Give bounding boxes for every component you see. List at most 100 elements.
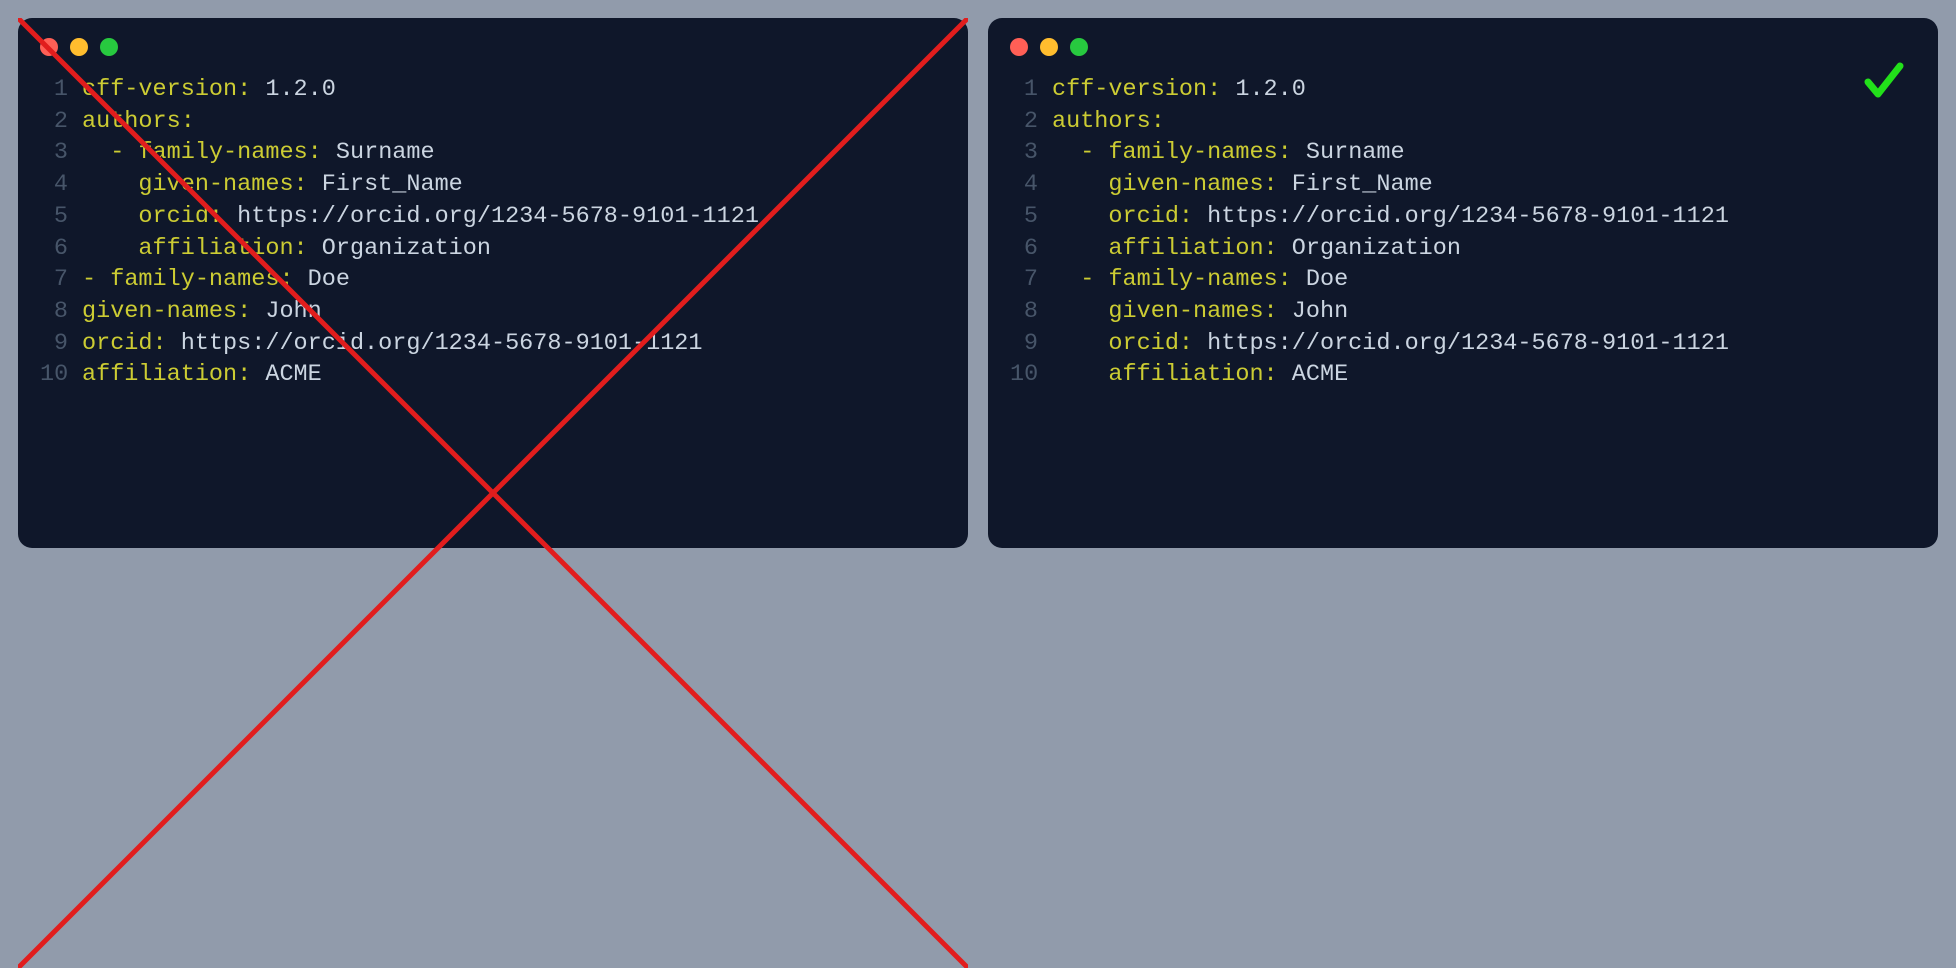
minimize-dot-icon (70, 38, 88, 56)
line-number: 8 (40, 296, 82, 328)
code-line: 2authors: (1010, 106, 1916, 138)
line-content: orcid: https://orcid.org/1234-5678-9101-… (1052, 201, 1729, 233)
line-content: affiliation: Organization (82, 233, 491, 265)
line-content: cff-version: 1.2.0 (1052, 74, 1306, 106)
yaml-value: Surname (322, 139, 435, 166)
code-line: 5 orcid: https://orcid.org/1234-5678-910… (40, 201, 946, 233)
line-content: - family-names: Doe (82, 264, 350, 296)
yaml-value: Organization (308, 235, 491, 262)
yaml-value: https://orcid.org/1234-5678-9101-1121 (1193, 203, 1729, 230)
yaml-key: family-names: (110, 266, 293, 293)
code-block-left: 1cff-version: 1.2.02authors:3 - family-n… (18, 66, 968, 411)
yaml-value: Doe (1292, 266, 1348, 293)
code-line: 9orcid: https://orcid.org/1234-5678-9101… (40, 328, 946, 360)
code-line: 10 affiliation: ACME (1010, 359, 1916, 391)
line-content: - family-names: Doe (1052, 264, 1348, 296)
line-content: authors: (1052, 106, 1165, 138)
code-line: 7- family-names: Doe (40, 264, 946, 296)
line-content: orcid: https://orcid.org/1234-5678-9101-… (82, 201, 759, 233)
yaml-key: affiliation: (1108, 235, 1277, 262)
line-number: 3 (1010, 137, 1052, 169)
correct-example-panel: 1cff-version: 1.2.02authors:3 - family-n… (988, 18, 1938, 548)
window-controls (18, 18, 968, 66)
code-line: 5 orcid: https://orcid.org/1234-5678-910… (1010, 201, 1916, 233)
line-number: 10 (1010, 359, 1052, 391)
line-number: 4 (40, 169, 82, 201)
code-line: 10affiliation: ACME (40, 359, 946, 391)
close-dot-icon (40, 38, 58, 56)
checkmark-icon (1860, 56, 1908, 119)
line-number: 6 (40, 233, 82, 265)
incorrect-example-panel: 1cff-version: 1.2.02authors:3 - family-n… (18, 18, 968, 548)
code-line: 3 - family-names: Surname (40, 137, 946, 169)
line-number: 8 (1010, 296, 1052, 328)
yaml-value: ACME (1278, 361, 1349, 388)
code-line: 1cff-version: 1.2.0 (1010, 74, 1916, 106)
yaml-key: given-names: (1108, 298, 1277, 325)
line-content: given-names: John (1052, 296, 1348, 328)
yaml-value: 1.2.0 (1221, 76, 1306, 103)
line-number: 4 (1010, 169, 1052, 201)
yaml-value: Organization (1278, 235, 1461, 262)
yaml-key: given-names: (82, 298, 251, 325)
yaml-key: affiliation: (82, 361, 251, 388)
maximize-dot-icon (100, 38, 118, 56)
yaml-value: Surname (1292, 139, 1405, 166)
line-content: given-names: First_Name (82, 169, 463, 201)
yaml-value: First_Name (1278, 171, 1433, 198)
yaml-key: orcid: (138, 203, 223, 230)
code-line: 7 - family-names: Doe (1010, 264, 1916, 296)
terminal-window-right: 1cff-version: 1.2.02authors:3 - family-n… (988, 18, 1938, 548)
code-line: 6 affiliation: Organization (1010, 233, 1916, 265)
line-content: affiliation: ACME (82, 359, 322, 391)
line-content: given-names: John (82, 296, 322, 328)
line-content: orcid: https://orcid.org/1234-5678-9101-… (1052, 328, 1729, 360)
line-number: 9 (1010, 328, 1052, 360)
yaml-value: https://orcid.org/1234-5678-9101-1121 (1193, 330, 1729, 357)
yaml-key: given-names: (138, 171, 307, 198)
line-number: 6 (1010, 233, 1052, 265)
yaml-value: 1.2.0 (251, 76, 336, 103)
yaml-value: John (1278, 298, 1349, 325)
line-number: 3 (40, 137, 82, 169)
line-content: given-names: First_Name (1052, 169, 1433, 201)
line-content: orcid: https://orcid.org/1234-5678-9101-… (82, 328, 703, 360)
yaml-key: orcid: (1108, 330, 1193, 357)
yaml-key: affiliation: (138, 235, 307, 262)
terminal-window-left: 1cff-version: 1.2.02authors:3 - family-n… (18, 18, 968, 548)
code-line: 4 given-names: First_Name (1010, 169, 1916, 201)
line-content: authors: (82, 106, 195, 138)
line-number: 1 (1010, 74, 1052, 106)
yaml-key: cff-version: (1052, 76, 1221, 103)
code-line: 8 given-names: John (1010, 296, 1916, 328)
yaml-value: https://orcid.org/1234-5678-9101-1121 (223, 203, 759, 230)
maximize-dot-icon (1070, 38, 1088, 56)
yaml-value: Doe (294, 266, 350, 293)
line-content: affiliation: Organization (1052, 233, 1461, 265)
code-line: 6 affiliation: Organization (40, 233, 946, 265)
code-line: 4 given-names: First_Name (40, 169, 946, 201)
yaml-value: John (251, 298, 322, 325)
yaml-key: family-names: (1108, 139, 1291, 166)
code-line: 3 - family-names: Surname (1010, 137, 1916, 169)
yaml-value: First_Name (308, 171, 463, 198)
yaml-key: affiliation: (1108, 361, 1277, 388)
yaml-key: cff-version: (82, 76, 251, 103)
code-line: 2authors: (40, 106, 946, 138)
line-number: 9 (40, 328, 82, 360)
line-number: 1 (40, 74, 82, 106)
close-dot-icon (1010, 38, 1028, 56)
line-content: - family-names: Surname (82, 137, 435, 169)
code-line: 9 orcid: https://orcid.org/1234-5678-910… (1010, 328, 1916, 360)
code-line: 1cff-version: 1.2.0 (40, 74, 946, 106)
line-number: 5 (1010, 201, 1052, 233)
yaml-key: family-names: (138, 139, 321, 166)
line-number: 7 (40, 264, 82, 296)
yaml-key: orcid: (82, 330, 167, 357)
code-block-right: 1cff-version: 1.2.02authors:3 - family-n… (988, 66, 1938, 411)
yaml-key: orcid: (1108, 203, 1193, 230)
line-number: 7 (1010, 264, 1052, 296)
line-number: 2 (1010, 106, 1052, 138)
line-number: 5 (40, 201, 82, 233)
yaml-key: given-names: (1108, 171, 1277, 198)
